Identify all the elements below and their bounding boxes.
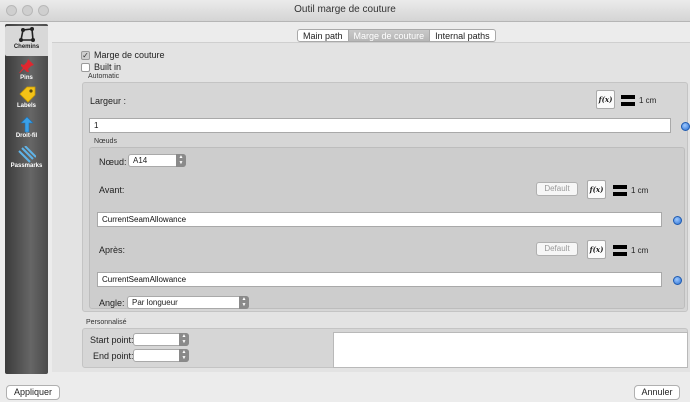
builtin-checkbox[interactable]	[81, 62, 90, 72]
start-point-select[interactable]: ▲ ▼	[133, 333, 189, 346]
builtin-checkbox-row[interactable]: Built in	[81, 62, 121, 72]
noeud-select-value: A14	[133, 156, 148, 165]
apres-unit: 1 cm	[631, 246, 649, 255]
tab-bar: Main path Marge de couture Internal path…	[297, 29, 496, 42]
avant-expand-icon[interactable]	[673, 216, 682, 225]
apres-formula-button[interactable]: f(x)	[587, 240, 606, 259]
end-point-label: End point:	[93, 351, 134, 361]
sidebar-item-label: Chemins	[13, 44, 40, 50]
equals-icon	[613, 245, 627, 256]
apres-input[interactable]: CurrentSeamAllowance	[97, 272, 662, 287]
cancel-button[interactable]: Annuler	[634, 385, 680, 400]
pin-icon	[18, 59, 34, 73]
marge-checkbox-row[interactable]: ✓ Marge de couture	[81, 50, 165, 60]
chevron-updown-icon: ▲ ▼	[176, 154, 186, 167]
tab-main-path[interactable]: Main path	[298, 30, 349, 41]
noeud-select[interactable]: A14 ▲ ▼	[128, 154, 186, 167]
largeur-formula-button[interactable]: f(x)	[596, 90, 615, 109]
sidebar-item-labels[interactable]: Labels	[5, 86, 48, 112]
tab-internal-paths[interactable]: Internal paths	[430, 30, 495, 41]
apres-label: Après:	[99, 245, 126, 255]
sidebar-item-label: Droit-fil	[15, 133, 38, 139]
largeur-unit: 1 cm	[639, 96, 657, 105]
apres-expand-icon[interactable]	[673, 276, 682, 285]
largeur-label: Largeur :	[90, 96, 127, 106]
apres-default-button[interactable]: Default	[536, 242, 578, 256]
equals-icon	[613, 185, 627, 196]
custom-path-list[interactable]	[333, 332, 688, 368]
end-point-select[interactable]: ▲ ▼	[133, 349, 189, 362]
custom-group-label: Personnalisé	[86, 319, 127, 326]
avant-unit: 1 cm	[631, 186, 649, 195]
tab-marge-de-couture[interactable]: Marge de couture	[348, 30, 431, 41]
sidebar-item-droit-fil[interactable]: Droit-fil	[5, 116, 48, 144]
window-title: Outil marge de couture	[294, 4, 396, 15]
avant-label: Avant:	[99, 185, 125, 195]
equals-icon	[621, 95, 635, 106]
noeuds-group-label: Nœuds	[94, 138, 117, 145]
start-point-label: Start point:	[90, 335, 134, 345]
chevron-updown-icon: ▲ ▼	[179, 333, 189, 346]
passmarks-icon	[17, 146, 36, 163]
sidebar-item-label: Passmarks	[10, 163, 43, 169]
chemins-icon	[18, 27, 35, 42]
angle-select[interactable]: Par longueur ▲ ▼	[127, 296, 249, 309]
marge-checkbox-label: Marge de couture	[94, 50, 165, 60]
angle-label: Angle:	[99, 298, 125, 308]
avant-input[interactable]: CurrentSeamAllowance	[97, 212, 662, 227]
sidebar: Chemins Pins Labels Droit-fil Passmarks	[5, 24, 48, 374]
angle-select-value: Par longueur	[132, 298, 178, 307]
avant-formula-button[interactable]: f(x)	[587, 180, 606, 199]
label-icon	[18, 86, 35, 103]
chevron-updown-icon: ▲ ▼	[179, 349, 189, 362]
avant-default-button[interactable]: Default	[536, 182, 578, 196]
window-titlebar: Outil marge de couture	[0, 0, 690, 22]
apply-button[interactable]: Appliquer	[6, 385, 60, 400]
automatic-group-label: Automatic	[88, 73, 120, 80]
largeur-expand-icon[interactable]	[681, 122, 690, 131]
sidebar-item-pins[interactable]: Pins	[5, 58, 48, 84]
largeur-input[interactable]: 1	[89, 118, 671, 133]
sidebar-item-chemins[interactable]: Chemins	[5, 26, 48, 56]
chevron-updown-icon: ▲ ▼	[239, 296, 249, 309]
sidebar-item-label: Labels	[16, 103, 36, 109]
noeud-label: Nœud:	[99, 157, 127, 167]
marge-checkbox[interactable]: ✓	[81, 50, 90, 60]
sidebar-item-label: Pins	[20, 75, 33, 81]
sidebar-item-passmarks[interactable]: Passmarks	[5, 146, 48, 174]
grainline-icon	[19, 116, 34, 133]
builtin-checkbox-label: Built in	[94, 62, 122, 72]
